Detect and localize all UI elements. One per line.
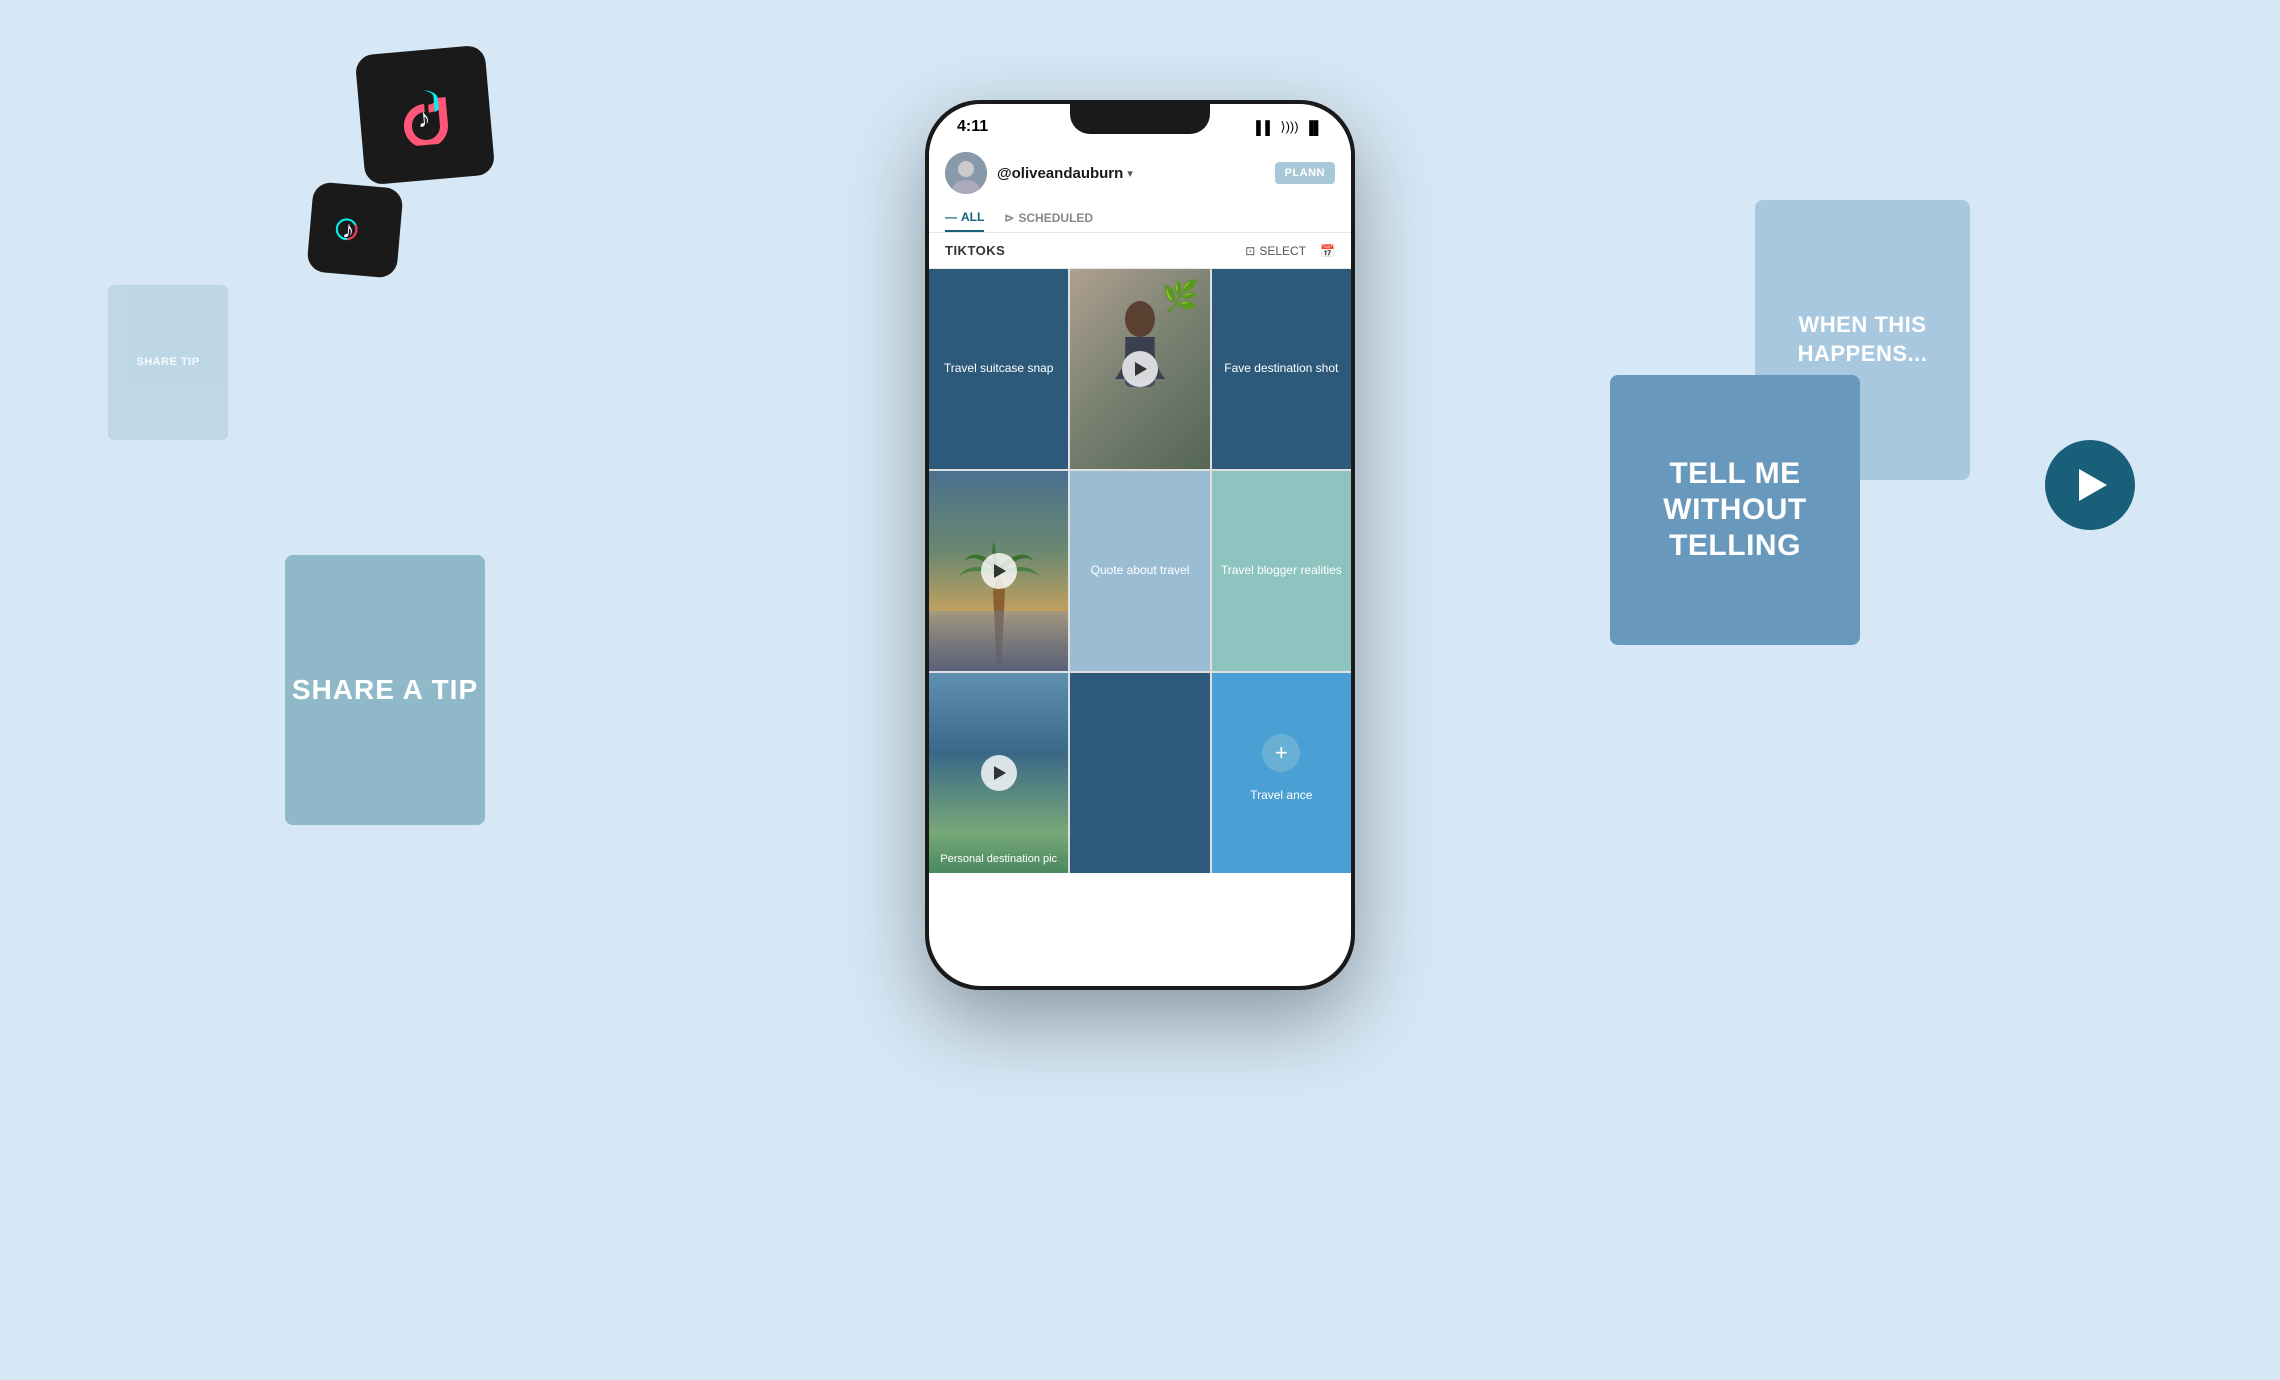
play-icon-palm <box>981 553 1017 589</box>
cell-label-travel-suitcase: Travel suitcase snap <box>936 353 1062 385</box>
share-tip-small-card: SHARE TIP <box>108 285 228 440</box>
tell-me-text: TELL ME WITHOUT TELLING <box>1610 456 1860 564</box>
select-icon: ⊡ <box>1245 244 1255 258</box>
tab-scheduled-label: SCHEDULED <box>1018 211 1093 225</box>
cell-label-quote-travel: Quote about travel <box>1083 555 1198 587</box>
share-tip-large-card: SHARE A TIP <box>285 555 485 825</box>
play-triangle-icon <box>2079 469 2107 501</box>
phone-screen: 4:11 ▌▌ ⟩))) ▐▌ <box>929 104 1351 986</box>
battery-icon: ▐▌ <box>1305 120 1323 135</box>
play-button[interactable] <box>2045 440 2135 530</box>
avatar[interactable] <box>945 152 987 194</box>
profile-row: @oliveandauburn ▾ PLANN <box>945 144 1335 200</box>
share-tip-large-text: SHARE A TIP <box>292 673 478 707</box>
grid-cell-quote-travel[interactable]: Quote about travel <box>1070 471 1209 671</box>
grid-cell-bottom-mid[interactable] <box>1070 673 1209 873</box>
tiktok-grid: Travel suitcase snap 🌿 <box>929 269 1351 873</box>
cell-label-bottom-mid <box>1132 765 1148 781</box>
status-icons: ▌▌ ⟩))) ▐▌ <box>1256 119 1323 135</box>
toolbar: TIKTOKS ⊡ SELECT 📅 <box>929 233 1351 269</box>
add-button[interactable]: + <box>1262 734 1300 772</box>
cell-label-fave-destination: Fave destination shot <box>1216 353 1346 385</box>
grid-cell-bottom-right[interactable]: + Travel ance <box>1212 673 1351 873</box>
phone-notch <box>1070 104 1210 134</box>
grid-cell-bottom-left[interactable]: Personal destination pic <box>929 673 1068 873</box>
when-this-text: WHEN THIS HAPPENS... <box>1755 311 1970 368</box>
tab-all-label: ALL <box>961 210 984 224</box>
toolbar-actions: ⊡ SELECT 📅 <box>1245 244 1335 258</box>
profile-left: @oliveandauburn ▾ <box>945 152 1133 194</box>
phone-wrapper: 4:11 ▌▌ ⟩))) ▐▌ <box>925 100 1355 990</box>
app-header: @oliveandauburn ▾ PLANN — ALL ⊳ SCHE <box>929 144 1351 233</box>
calendar-button[interactable]: 📅 <box>1320 244 1335 258</box>
cell-label-travel-blogger: Travel blogger realities <box>1213 555 1350 587</box>
status-time: 4:11 <box>957 118 988 136</box>
tiktok-icon-large: ♪ <box>355 45 496 186</box>
phone: 4:11 ▌▌ ⟩))) ▐▌ <box>925 100 1355 990</box>
tab-underline-icon: — <box>945 210 957 224</box>
calendar-icon: 📅 <box>1320 244 1335 258</box>
wifi-icon: ⟩))) <box>1281 119 1299 135</box>
tiktok-icon-small: ♪ <box>306 181 404 279</box>
play-icon-bottom-left <box>981 755 1017 791</box>
grid-cell-fave-destination[interactable]: Fave destination shot <box>1212 269 1351 469</box>
select-button[interactable]: ⊡ SELECT <box>1245 244 1306 258</box>
tell-me-card: TELL ME WITHOUT TELLING <box>1610 375 1860 645</box>
grid-cell-woman-plant[interactable]: 🌿 <box>1070 269 1209 469</box>
tabs-row: — ALL ⊳ SCHEDULED <box>945 200 1335 232</box>
share-tip-small-text: SHARE TIP <box>136 355 199 369</box>
grid-cell-travel-blogger[interactable]: Travel blogger realities <box>1212 471 1351 671</box>
tab-arrow-icon: ⊳ <box>1004 211 1014 225</box>
grid-cell-palm-tree[interactable] <box>929 471 1068 671</box>
tab-all[interactable]: — ALL <box>945 204 984 232</box>
signal-icon: ▌▌ <box>1256 120 1274 135</box>
tab-scheduled[interactable]: ⊳ SCHEDULED <box>1004 204 1093 232</box>
dropdown-arrow-icon: ▾ <box>1127 167 1133 180</box>
grid-cell-travel-suitcase[interactable]: Travel suitcase snap <box>929 269 1068 469</box>
cell-label-bottom-left: Personal destination pic <box>929 853 1068 865</box>
select-label: SELECT <box>1259 244 1306 258</box>
username-container[interactable]: @oliveandauburn ▾ <box>997 165 1133 182</box>
username: @oliveandauburn <box>997 165 1123 182</box>
cell-label-bottom-right: Travel ance <box>1242 780 1320 812</box>
svg-text:♪: ♪ <box>416 103 432 134</box>
play-icon-woman-plant <box>1122 351 1158 387</box>
toolbar-title: TIKTOKS <box>945 243 1005 258</box>
plann-badge: PLANN <box>1275 162 1335 184</box>
